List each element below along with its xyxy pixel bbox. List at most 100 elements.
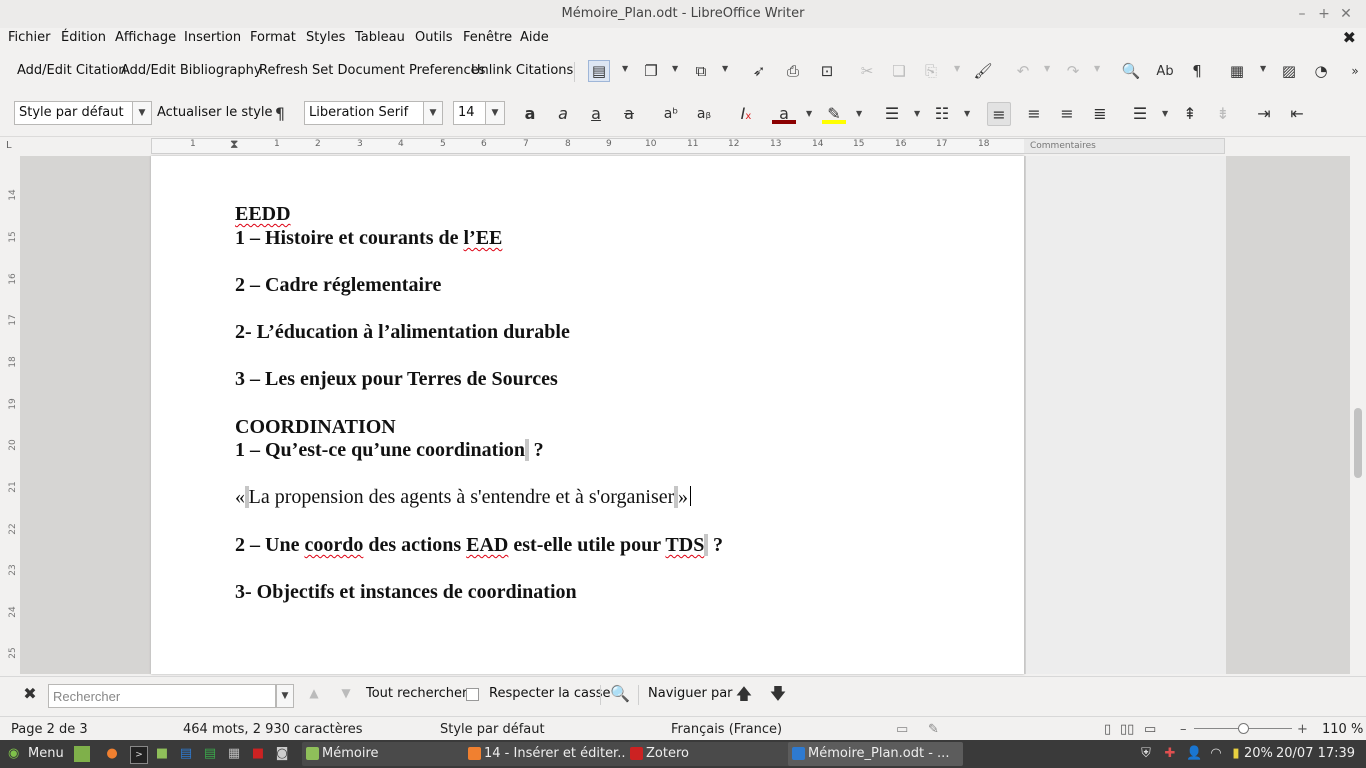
- bold-icon[interactable]: a: [518, 102, 542, 126]
- terminal-icon[interactable]: >: [130, 746, 148, 764]
- image-icon[interactable]: ▨: [1278, 60, 1300, 82]
- decrease-spacing-icon[interactable]: ⇟: [1211, 102, 1235, 126]
- find-previous-icon[interactable]: ▲: [302, 681, 326, 705]
- paragraph-cadre[interactable]: 2 – Cadre réglementaire: [235, 274, 441, 297]
- menu-fichier[interactable]: Fichier: [8, 30, 51, 45]
- menu-edition[interactable]: Édition: [61, 30, 106, 45]
- chevron-down-icon[interactable]: ▼: [1162, 109, 1168, 118]
- multi-page-view-icon[interactable]: ▯▯: [1120, 722, 1134, 737]
- chevron-down-icon[interactable]: ▼: [622, 64, 628, 73]
- menu-fenetre[interactable]: Fenêtre: [463, 30, 512, 45]
- chevron-down-icon[interactable]: ▼: [485, 102, 504, 124]
- firefox-icon[interactable]: ●: [104, 746, 120, 762]
- table-icon[interactable]: ▦: [1226, 60, 1248, 82]
- page-style[interactable]: Style par défaut: [440, 722, 545, 737]
- refresh-button[interactable]: Refresh: [259, 63, 308, 78]
- arrow-down-icon[interactable]: 🡇: [766, 682, 790, 706]
- font-name-select[interactable]: Liberation Serif ▼: [304, 101, 443, 125]
- chevron-down-icon[interactable]: ▼: [964, 109, 970, 118]
- paragraph-enjeux[interactable]: 3 – Les enjeux pour Terres de Sources: [235, 368, 558, 391]
- superscript-icon[interactable]: aᵇ: [659, 102, 683, 126]
- paragraph-histoire[interactable]: 1 – Histoire et courants de l’EE: [235, 227, 502, 250]
- align-center-icon[interactable]: ≡: [1022, 102, 1046, 126]
- find-next-icon[interactable]: ▼: [334, 681, 358, 705]
- chevron-down-icon[interactable]: ▼: [276, 684, 294, 708]
- single-page-view-icon[interactable]: ▯: [1104, 722, 1111, 737]
- taskbar-window-memoire[interactable]: Mémoire: [302, 742, 477, 766]
- close-document-icon[interactable]: ✖: [1343, 28, 1356, 47]
- close-window-icon[interactable]: ✕: [1336, 4, 1356, 24]
- unlink-citations-button[interactable]: Unlink Citations: [471, 63, 573, 78]
- menu-affichage[interactable]: Affichage: [115, 30, 176, 45]
- indent-marker-icon[interactable]: ⧗: [230, 137, 238, 152]
- wifi-icon[interactable]: ◠: [1208, 746, 1224, 762]
- book-view-icon[interactable]: ▭: [1144, 722, 1156, 737]
- language[interactable]: Français (France): [671, 722, 782, 737]
- heading-coordination[interactable]: COORDINATION: [235, 416, 396, 439]
- paste-icon[interactable]: ▤: [588, 60, 610, 82]
- underline-icon[interactable]: a: [584, 102, 608, 126]
- match-case-checkbox[interactable]: [466, 688, 479, 701]
- line-spacing-icon[interactable]: ☰: [1128, 102, 1152, 126]
- zoom-level[interactable]: 110 %: [1322, 722, 1363, 737]
- shield-icon[interactable]: ⛨: [1138, 746, 1154, 762]
- more-options-icon[interactable]: »: [1344, 60, 1366, 82]
- align-left-icon[interactable]: ≡: [987, 102, 1011, 126]
- vertical-scrollbar[interactable]: [1350, 156, 1366, 674]
- clone-icon[interactable]: ❐: [640, 60, 662, 82]
- word-count[interactable]: 464 mots, 2 930 caractères: [183, 722, 363, 737]
- maximize-icon[interactable]: +: [1314, 4, 1334, 24]
- chevron-down-icon[interactable]: ▼: [132, 102, 151, 124]
- paragraph-style-select[interactable]: Style par défaut ▼: [14, 101, 152, 125]
- heading-eedd[interactable]: EEDD: [235, 203, 291, 226]
- add-bibliography-button[interactable]: Add/Edit Bibliography: [121, 63, 262, 78]
- document-modified-icon[interactable]: ✎: [928, 722, 939, 737]
- subscript-icon[interactable]: aᵦ: [692, 102, 716, 126]
- update-style-button[interactable]: Actualiser le style: [157, 105, 273, 120]
- menu-tableau[interactable]: Tableau: [355, 30, 405, 45]
- menu-aide[interactable]: Aide: [520, 30, 549, 45]
- clock[interactable]: 20/07 17:39: [1276, 744, 1355, 764]
- paste-special-icon[interactable]: ⎘: [920, 60, 942, 82]
- zoom-out-icon[interactable]: –: [1180, 722, 1187, 737]
- new-style-icon[interactable]: ¶: [268, 102, 292, 126]
- paragraph-coordo[interactable]: 2 – Une coordo des actions EAD est-elle …: [235, 534, 723, 557]
- zoom-slider-handle[interactable]: [1238, 723, 1249, 734]
- print-icon[interactable]: ⎙: [782, 60, 804, 82]
- numbered-list-icon[interactable]: ☷: [930, 102, 954, 126]
- formatting-marks-icon[interactable]: ¶: [1186, 60, 1208, 82]
- menu-insertion[interactable]: Insertion: [184, 30, 241, 45]
- chevron-down-icon[interactable]: ▼: [856, 109, 862, 118]
- taskbar-window-writer[interactable]: Mémoire_Plan.odt - ...: [788, 742, 963, 766]
- page-count[interactable]: Page 2 de 3: [11, 722, 88, 737]
- justify-icon[interactable]: ≣: [1088, 102, 1112, 126]
- font-size-select[interactable]: 14 ▼: [453, 101, 505, 125]
- strikethrough-icon[interactable]: a: [617, 102, 641, 126]
- show-desktop-icon[interactable]: [74, 746, 90, 762]
- selection-mode-icon[interactable]: ▭: [896, 722, 908, 737]
- print-preview-icon[interactable]: ⊡: [816, 60, 838, 82]
- clear-formatting-icon[interactable]: Ix: [734, 102, 758, 126]
- minimize-icon[interactable]: –: [1292, 4, 1312, 24]
- set-preferences-button[interactable]: Set Document Preferences: [312, 63, 485, 78]
- scrollbar-thumb[interactable]: [1354, 408, 1362, 478]
- calculator-icon[interactable]: ▦: [226, 746, 242, 762]
- zoom-in-icon[interactable]: +: [1297, 722, 1308, 737]
- paragraph-quote[interactable]: « La propension des agents à s'entendre …: [235, 486, 691, 509]
- bullet-list-icon[interactable]: ☰: [880, 102, 904, 126]
- menu-format[interactable]: Format: [250, 30, 296, 45]
- add-citation-button[interactable]: Add/Edit Citation: [17, 63, 127, 78]
- ruler-tab-icon[interactable]: L: [6, 140, 12, 151]
- increase-indent-icon[interactable]: ⇥: [1252, 102, 1276, 126]
- spellcheck-icon[interactable]: Ab: [1154, 60, 1176, 82]
- chart-icon[interactable]: ◔: [1310, 60, 1332, 82]
- chevron-down-icon[interactable]: ▼: [1094, 64, 1100, 73]
- update-icon[interactable]: ✚: [1162, 746, 1178, 762]
- horizontal-ruler[interactable]: 1 ⧗ 1 2 3 4 5 6 7 8 9 10 11 12 13 14 15 …: [151, 137, 1225, 154]
- decrease-indent-icon[interactable]: ⇤: [1285, 102, 1309, 126]
- menu-styles[interactable]: Styles: [306, 30, 345, 45]
- search-icon[interactable]: 🔍: [608, 682, 632, 706]
- cut-icon[interactable]: ✂: [856, 60, 878, 82]
- page-break-icon[interactable]: ⧉: [690, 60, 712, 82]
- export-pdf-icon[interactable]: ➶: [748, 60, 770, 82]
